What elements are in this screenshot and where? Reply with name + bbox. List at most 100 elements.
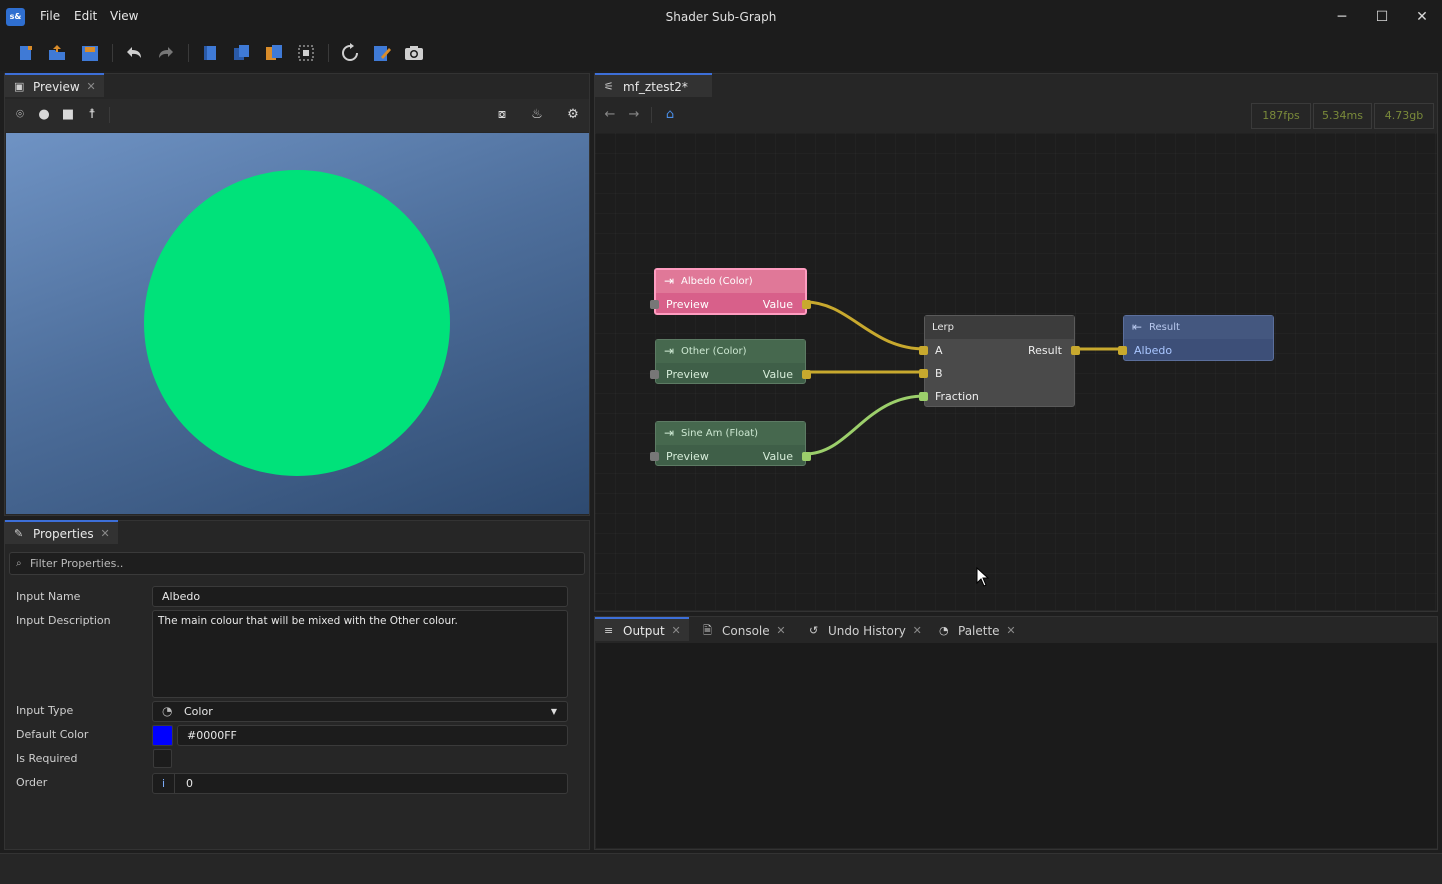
tab-undo-history[interactable]: ↺ Undo History ✕ — [800, 617, 930, 641]
input-a-label: A — [935, 344, 943, 357]
is-required-checkbox[interactable] — [153, 749, 172, 768]
history-icon: ↺ — [809, 624, 819, 637]
cube-icon[interactable]: ■ — [59, 106, 77, 124]
node-port[interactable] — [650, 300, 659, 309]
node-port[interactable] — [650, 370, 659, 379]
value-label: Value — [762, 450, 793, 463]
fps-readout: 187fps — [1251, 103, 1311, 129]
filter-properties-input[interactable]: ⌕ Filter Properties.. — [9, 552, 585, 575]
input-type-label: Input Type — [16, 704, 74, 717]
edit-icon[interactable] — [371, 43, 393, 63]
node-port[interactable] — [650, 452, 659, 461]
node-port[interactable] — [919, 369, 928, 378]
sphere-icon[interactable]: ● — [35, 106, 53, 124]
input-type-value: Color — [184, 705, 213, 718]
camera-icon[interactable] — [403, 43, 425, 63]
home-icon[interactable]: ⌂ — [661, 106, 679, 124]
output-log[interactable] — [596, 643, 1437, 848]
undo-icon[interactable] — [123, 43, 145, 63]
tab-console[interactable]: 🗎 Console ✕ — [694, 617, 794, 641]
node-albedo[interactable]: ⇥ Albedo (Color) Preview Value — [650, 268, 811, 315]
input-name-field[interactable]: Albedo — [152, 586, 568, 607]
tab-properties[interactable]: ✎ Properties ✕ — [5, 520, 118, 544]
input-fraction-label: Fraction — [935, 390, 979, 403]
order-label: Order — [16, 776, 48, 789]
figure-icon[interactable]: ☨ — [83, 106, 101, 124]
node-title: Sine Am (Float) — [681, 428, 759, 439]
menu-edit[interactable]: Edit — [74, 9, 97, 23]
node-other[interactable]: ⇥ Other (Color) Preview Value — [650, 339, 811, 386]
close-icon[interactable]: ✕ — [913, 619, 922, 643]
focus-icon[interactable]: ⌾ — [11, 106, 29, 124]
search-icon: ⌕ — [16, 558, 22, 569]
minimize-button[interactable]: ─ — [1322, 5, 1362, 29]
application-window: s& File Edit View Shader Sub-Graph ─ ☐ ✕ — [0, 0, 1442, 884]
redo-icon[interactable] — [155, 43, 177, 63]
gear-icon[interactable]: ⚙ — [564, 106, 582, 124]
refresh-icon[interactable] — [339, 43, 361, 63]
back-arrow-icon[interactable]: ← — [601, 106, 619, 124]
node-title: Albedo (Color) — [681, 276, 753, 287]
close-icon[interactable]: ✕ — [776, 619, 785, 643]
node-port[interactable] — [802, 452, 811, 461]
node-port[interactable] — [802, 370, 811, 379]
paste-icon[interactable] — [263, 43, 285, 63]
tab-graph[interactable]: ⚟ mf_ztest2* — [595, 73, 712, 97]
toolbar-divider — [112, 44, 113, 62]
light-icon[interactable]: ♨ — [528, 106, 546, 124]
preview-viewport[interactable] — [6, 133, 589, 514]
value-label: Value — [762, 298, 793, 311]
new-file-icon[interactable] — [15, 43, 37, 63]
input-icon: ⇥ — [664, 344, 675, 358]
preview-label: Preview — [666, 368, 709, 381]
default-color-field[interactable]: #0000FF — [177, 725, 568, 746]
node-row: Preview Value — [650, 363, 811, 386]
node-header: ⇤ Result — [1124, 316, 1273, 339]
tab-output[interactable]: ≡ Output ✕ — [595, 617, 689, 641]
tab-label: Console — [722, 624, 770, 638]
tab-preview[interactable]: ▣ Preview ✕ — [5, 73, 104, 97]
tab-label: Palette — [958, 624, 1000, 638]
node-result[interactable]: ⇤ Result Albedo — [1118, 315, 1274, 362]
toolbar-divider — [328, 44, 329, 62]
close-icon[interactable]: ✕ — [1006, 619, 1015, 643]
close-icon[interactable]: ✕ — [671, 619, 680, 643]
close-icon[interactable]: ✕ — [87, 75, 96, 99]
wire-sine-to-fraction — [804, 394, 926, 456]
node-port[interactable] — [919, 392, 928, 401]
open-folder-icon[interactable] — [46, 43, 68, 63]
node-row: Albedo — [1118, 339, 1273, 362]
node-graph-canvas[interactable]: ⇥ Albedo (Color) Preview Value ⇥ Other (… — [595, 133, 1437, 610]
close-icon[interactable]: ✕ — [100, 522, 109, 546]
forward-arrow-icon[interactable]: → — [625, 106, 643, 124]
menu-view[interactable]: View — [110, 9, 138, 23]
copy-icon[interactable] — [231, 43, 253, 63]
menu-file[interactable]: File — [40, 9, 60, 23]
document-icon: 🗎 — [703, 624, 712, 637]
order-field[interactable]: i 0 — [152, 773, 568, 794]
node-row: B — [919, 362, 1074, 385]
toolbar-divider — [651, 107, 652, 123]
tab-label: mf_ztest2* — [623, 80, 688, 94]
page-icon[interactable] — [199, 43, 221, 63]
node-lerp[interactable]: Lerp A Result B Fraction — [919, 315, 1080, 407]
input-icon: ⇥ — [664, 274, 675, 288]
node-port[interactable] — [919, 346, 928, 355]
main-toolbar — [0, 35, 1442, 71]
select-all-icon[interactable] — [295, 43, 317, 63]
maximize-button[interactable]: ☐ — [1362, 5, 1402, 29]
node-port[interactable] — [802, 300, 811, 309]
input-type-select[interactable]: ◔ Color ▼ — [152, 701, 568, 722]
node-title: Result — [1149, 322, 1180, 333]
node-header: Lerp — [925, 316, 1074, 339]
input-description-field[interactable]: The main colour that will be mixed with … — [152, 610, 568, 698]
node-port[interactable] — [1071, 346, 1080, 355]
node-sine[interactable]: ⇥ Sine Am (Float) Preview Value — [650, 421, 811, 466]
background-icon[interactable]: ⧇ — [493, 106, 511, 124]
node-port[interactable] — [1118, 346, 1127, 355]
node-row: A Result — [919, 339, 1080, 362]
color-swatch[interactable] — [152, 725, 173, 746]
tab-palette[interactable]: ◔ Palette ✕ — [930, 617, 1024, 641]
save-icon[interactable] — [79, 43, 101, 63]
close-button[interactable]: ✕ — [1402, 5, 1442, 29]
